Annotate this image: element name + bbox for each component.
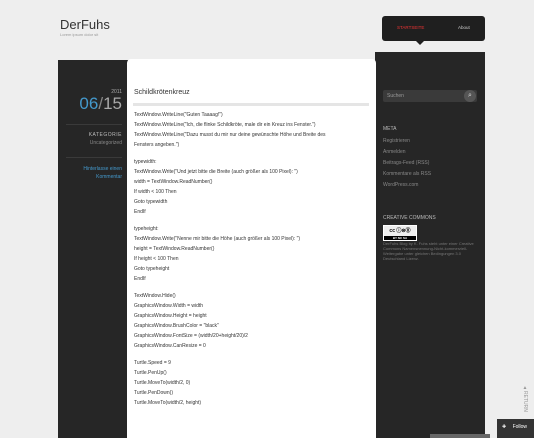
plus-icon: ✚ — [502, 424, 507, 430]
post-day: 15 — [103, 94, 122, 113]
code-line: EndIf — [134, 276, 146, 282]
sidebar: Suchen ⌕ META Registrieren Anmelden Beit… — [375, 52, 485, 438]
divider — [66, 157, 122, 158]
nav-item-about[interactable]: About — [458, 25, 470, 30]
post-content: Schildkrötenkreuz TextWindow.WriteLine("… — [127, 59, 376, 438]
leave-comment-line1: Hinterlasse einen — [83, 166, 122, 172]
code-line: height = TextWindow.ReadNumber() — [134, 246, 215, 252]
top-navigation: STARTSEITE About — [382, 16, 485, 45]
code-line: Turtle.MoveTo(width/2, height) — [134, 400, 202, 406]
code-line: If width < 100 Then — [134, 189, 177, 195]
category-heading: KATEGORIE — [88, 132, 122, 138]
code-line: Turtle.PenUp() — [134, 370, 167, 376]
search-field[interactable]: Suchen ⌕ — [383, 90, 477, 102]
code-line: Turtle.MoveTo(width/2, 0) — [134, 380, 191, 386]
follow-label: Follow — [512, 424, 528, 430]
code-line: typeheight: — [134, 226, 159, 232]
code-line: TextWindow.WriteLine("Ich, die flinke Sc… — [134, 122, 316, 128]
code-line: typewidth: — [134, 159, 157, 165]
code-line: TextWindow.WriteLine("Guten Taaaag!") — [134, 112, 223, 118]
code-line: If height < 100 Then — [134, 256, 179, 262]
creative-commons-heading: CREATIVE COMMONS — [383, 215, 436, 221]
code-line: TextWindow.Write("Nenne mir bitte die Hö… — [134, 236, 301, 242]
code-line: EndIf — [134, 209, 146, 215]
code-line: width = TextWindow.ReadNumber() — [134, 179, 213, 185]
post-body: TextWindow.WriteLine("Guten Taaaag!") Tex… — [134, 110, 370, 408]
meta-heading: META — [383, 126, 397, 132]
code-line: Fensters angeben.") — [134, 142, 180, 148]
code-line: Goto typeheight — [134, 266, 170, 272]
cc-license-text: DerFuhs Blog by K. Fuhs steht unter eine… — [383, 241, 474, 261]
title-divider — [133, 103, 369, 106]
code-line: GraphicsWindow.Width = width — [134, 303, 204, 309]
cc-badge-text: cc ⓘ⊜⓪ — [389, 228, 411, 234]
bottom-bar — [430, 434, 490, 438]
cc-badge-small: BY NC SA — [384, 236, 416, 240]
post-date: 06/15 — [79, 94, 122, 114]
code-line: TextWindow.Hide() — [134, 293, 176, 299]
code-line: GraphicsWindow.CanResize = 0 — [134, 343, 206, 349]
meta-link-register[interactable]: Registrieren — [383, 138, 431, 149]
divider — [66, 124, 122, 125]
code-line: Goto typewidth — [134, 199, 168, 205]
search-input[interactable]: Suchen — [387, 93, 404, 99]
leave-comment-line2: Kommentar — [96, 174, 122, 180]
search-icon[interactable]: ⌕ — [464, 90, 476, 102]
code-line: GraphicsWindow.Height = height — [134, 313, 207, 319]
meta-link-posts-rss[interactable]: Beitrags-Feed (RSS) — [383, 160, 431, 171]
site-description: Lorem ipsum dolor sit — [60, 32, 99, 37]
code-line: Turtle.PenDown() — [134, 390, 173, 396]
return-to-top-label: RETURN — [522, 391, 528, 412]
meta-link-login[interactable]: Anmelden — [383, 149, 431, 160]
code-line: Turtle.Speed = 9 — [134, 360, 171, 366]
nav-item-home[interactable]: STARTSEITE — [397, 25, 424, 30]
post-month: 06 — [79, 94, 99, 113]
return-to-top[interactable]: ▲ RETURN — [520, 385, 530, 412]
post-meta-column: 2011 06/15 KATEGORIE Uncategorized Hinte… — [58, 60, 128, 438]
category-link[interactable]: Uncategorized — [90, 140, 122, 146]
code-line: TextWindow.Write("Und jetzt bitte die Br… — [134, 169, 298, 175]
code-line: TextWindow.WriteLine("Dazu musst du mir … — [134, 132, 326, 138]
cc-license-badge[interactable]: cc ⓘ⊜⓪ BY NC SA — [383, 225, 417, 241]
site-title[interactable]: DerFuhs — [60, 17, 110, 32]
leave-comment-link[interactable]: Hinterlasse einen Kommentar — [83, 165, 122, 181]
meta-links: Registrieren Anmelden Beitrags-Feed (RSS… — [383, 138, 431, 193]
code-line: GraphicsWindow.BrushColor = "black" — [134, 323, 219, 329]
meta-link-comments-rss[interactable]: Kommentare als RSS — [383, 171, 431, 182]
active-nav-notch — [416, 41, 424, 45]
post-title[interactable]: Schildkrötenkreuz — [134, 89, 190, 96]
code-line: GraphicsWindow.FontSize = (width/20+heig… — [134, 333, 248, 339]
follow-button[interactable]: ✚ Follow — [497, 419, 534, 438]
meta-link-wordpress[interactable]: WordPress.com — [383, 182, 431, 193]
